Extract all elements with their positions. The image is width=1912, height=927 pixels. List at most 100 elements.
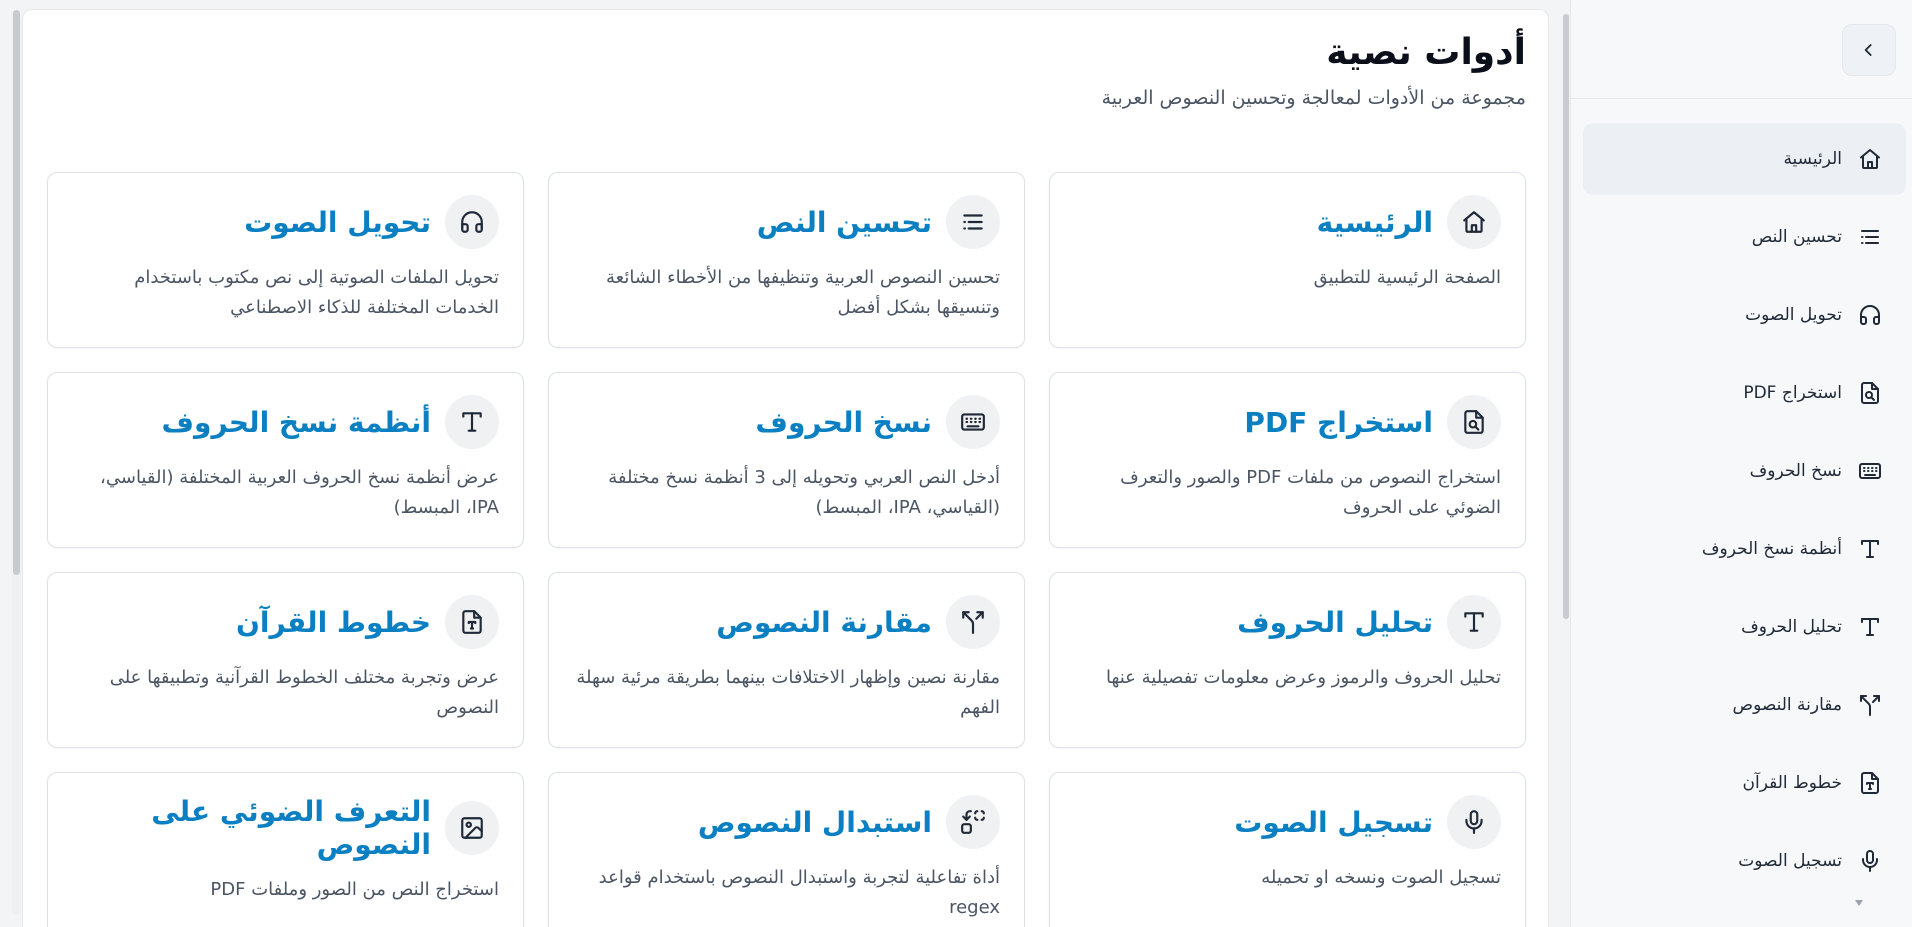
sidebar-item-label: أنظمة نسخ الحروف: [1701, 539, 1842, 559]
tool-card[interactable]: خطوط القرآن عرض وتجربة مختلف الخطوط القرآ…: [47, 572, 524, 748]
sidebar-item-label: خطوط القرآن: [1742, 773, 1842, 793]
sidebar-item[interactable]: مقارنة النصوص: [1583, 669, 1906, 741]
tools-grid: الرئيسية الصفحة الرئيسية للتطبيق تحسين الن…: [47, 172, 1526, 927]
page-title: أدوات نصية: [1326, 32, 1526, 73]
tool-card[interactable]: استخراج PDF استخراج النصوص من ملفات PDF و…: [1049, 372, 1526, 548]
tool-card-header: التعرف الضوئي على النصوص: [72, 795, 499, 861]
sidebar: الرئيسية تحسين النص تحويل الصوت استخراج PDF…: [1570, 0, 1912, 927]
tool-card[interactable]: استبدال النصوص أداة تفاعلية لتجربة واستبد…: [548, 772, 1025, 927]
sidebar-item-label: تحويل الصوت: [1745, 305, 1842, 325]
tool-card-description: استخراج النص من الصور وملفات PDF: [210, 879, 499, 900]
sidebar-item-icon: [1858, 147, 1882, 171]
sidebar-item-label: تحليل الحروف: [1741, 617, 1842, 637]
tool-card-header: تحسين النص: [573, 195, 1000, 249]
text-lines-icon: [1861, 230, 1879, 244]
file-scan-icon: [1464, 410, 1484, 434]
sidebar-item-icon: [1858, 225, 1882, 249]
home-icon: [1860, 149, 1880, 169]
tool-card-title: مقارنة النصوص: [716, 605, 932, 639]
tool-card[interactable]: الرئيسية الصفحة الرئيسية للتطبيق: [1049, 172, 1526, 348]
text-lines-icon: [963, 214, 983, 230]
sidebar-item-icon: [1858, 303, 1882, 327]
tool-card-description: تحسين النصوص العربية وتنظيفها من الأخطاء…: [606, 267, 1000, 318]
tool-card-header: الرئيسية: [1074, 195, 1501, 249]
tool-card-icon: [946, 595, 1000, 649]
page-header: أدوات نصية مجموعة من الأدوات لمعالجة وتح…: [1102, 32, 1526, 109]
tool-card-icon: [1447, 595, 1501, 649]
page-subtitle: مجموعة من الأدوات لمعالجة وتحسين النصوص …: [1101, 87, 1526, 109]
type-icon: [1861, 618, 1879, 636]
tool-card-title: تحويل الصوت: [244, 205, 431, 239]
tool-card[interactable]: تحويل الصوت تحويل الملفات الصوتية إلى نص …: [47, 172, 524, 348]
image-icon: [461, 817, 483, 839]
chevron-right-icon: [1864, 44, 1872, 56]
sidebar-item[interactable]: تسجيل الصوت: [1583, 825, 1906, 897]
tool-card-icon: [1447, 395, 1501, 449]
tool-card[interactable]: التعرف الضوئي على النصوص استخراج النص من …: [47, 772, 524, 927]
sidebar-item[interactable]: نسخ الحروف: [1583, 435, 1906, 507]
tool-card-header: تحويل الصوت: [72, 195, 499, 249]
tool-card-title: الرئيسية: [1316, 205, 1433, 239]
sidebar-item[interactable]: أنظمة نسخ الحروف: [1583, 513, 1906, 585]
sidebar-item-label: تسجيل الصوت: [1738, 851, 1842, 871]
sidebar-item[interactable]: تحويل الصوت: [1583, 279, 1906, 351]
sidebar-scroll-down-arrow[interactable]: [1855, 900, 1863, 906]
tool-card-icon: [445, 801, 499, 855]
sidebar-header: [1571, 0, 1912, 99]
tool-card[interactable]: تحسين النص تحسين النصوص العربية وتنظيفها …: [548, 172, 1025, 348]
type-icon: [1464, 612, 1484, 632]
tool-card-description: الصفحة الرئيسية للتطبيق: [1313, 267, 1501, 288]
home-icon: [1463, 211, 1485, 233]
tool-card[interactable]: أنظمة نسخ الحروف عرض أنظمة نسخ الحروف الع…: [47, 372, 524, 548]
tool-card-title: نسخ الحروف: [755, 405, 932, 439]
file-type-icon: [1861, 772, 1879, 794]
keyboard-icon: [1859, 463, 1881, 479]
sidebar-item-label: مقارنة النصوص: [1732, 695, 1842, 715]
split-icon: [1860, 695, 1880, 716]
tool-card[interactable]: تحليل الحروف تحليل الحروف والرموز وعرض مع…: [1049, 572, 1526, 748]
sidebar-item[interactable]: استخراج PDF: [1583, 357, 1906, 429]
sidebar-item-label: الرئيسية: [1783, 149, 1842, 169]
tool-card-header: استخراج PDF: [1074, 395, 1501, 449]
tool-card-header: تحليل الحروف: [1074, 595, 1501, 649]
sidebar-item-icon: [1858, 537, 1882, 561]
tool-card-title: أنظمة نسخ الحروف: [161, 405, 431, 439]
headphones-icon: [461, 211, 483, 233]
tool-card-header: خطوط القرآن: [72, 595, 499, 649]
sidebar-item[interactable]: تحليل الحروف: [1583, 591, 1906, 663]
tool-card-description: مقارنة نصين وإظهار الاختلافات بينهما بطر…: [576, 667, 1000, 718]
tool-card-icon: [445, 595, 499, 649]
keyboard-icon: [961, 413, 985, 431]
sidebar-item[interactable]: الرئيسية: [1583, 123, 1906, 195]
type-icon: [462, 412, 482, 432]
sidebar-item[interactable]: تحسين النص: [1583, 201, 1906, 273]
tool-card[interactable]: تسجيل الصوت تسجيل الصوت ونسخه او تحميله: [1049, 772, 1526, 927]
tool-card-description: عرض وتجربة مختلف الخطوط القرآنية وتطبيقه…: [109, 667, 499, 718]
tool-card-title: استبدال النصوص: [697, 805, 932, 839]
tool-card-header: أنظمة نسخ الحروف: [72, 395, 499, 449]
tool-card-title: تسجيل الصوت: [1234, 805, 1433, 839]
headphones-icon: [1860, 305, 1880, 325]
tool-card[interactable]: مقارنة النصوص مقارنة نصين وإظهار الاختلاف…: [548, 572, 1025, 748]
tool-card-title: استخراج PDF: [1244, 405, 1433, 439]
tool-card-description: تحويل الملفات الصوتية إلى نص مكتوب باستخ…: [134, 267, 499, 318]
tool-card[interactable]: نسخ الحروف أدخل النص العربي وتحويله إلى 3…: [548, 372, 1025, 548]
sidebar-item-label: نسخ الحروف: [1749, 461, 1842, 481]
sidebar-nav: الرئيسية تحسين النص تحويل الصوت استخراج PDF…: [1571, 99, 1912, 897]
tool-card-header: نسخ الحروف: [573, 395, 1000, 449]
tool-card-header: مقارنة النصوص: [573, 595, 1000, 649]
left-scrollbar-thumb[interactable]: [13, 10, 20, 575]
tool-card-icon: [1447, 795, 1501, 849]
sidebar-collapse-button[interactable]: [1842, 24, 1896, 76]
tool-card-title: تحليل الحروف: [1237, 605, 1433, 639]
tool-card-description: أدخل النص العربي وتحويله إلى 3 أنظمة نسخ…: [608, 467, 1000, 518]
sidebar-item-icon: [1858, 381, 1882, 405]
sidebar-item-label: تحسين النص: [1751, 227, 1842, 247]
file-type-icon: [462, 610, 482, 634]
main-scrollbar-thumb[interactable]: [1563, 14, 1569, 619]
type-icon: [1861, 540, 1879, 558]
tool-card-icon: [1447, 195, 1501, 249]
tool-card-description: استخراج النصوص من ملفات PDF والصور والتع…: [1120, 467, 1501, 518]
tool-card-icon: [946, 195, 1000, 249]
sidebar-item[interactable]: خطوط القرآن: [1583, 747, 1906, 819]
